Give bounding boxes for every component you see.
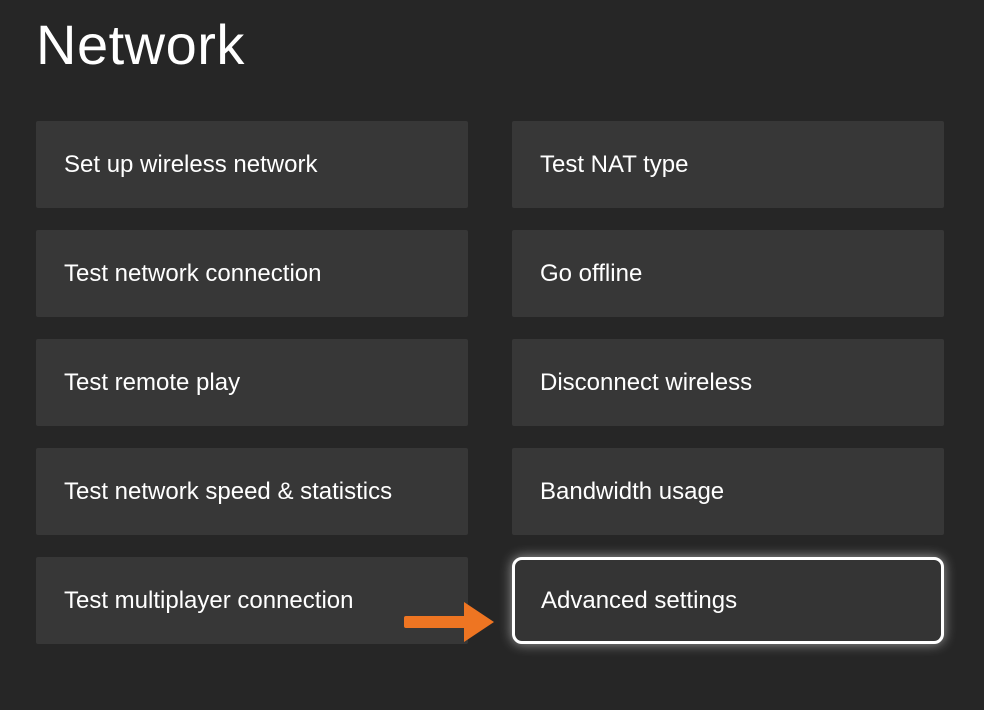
tile-label: Test network connection bbox=[64, 260, 321, 288]
tile-label: Set up wireless network bbox=[64, 151, 317, 179]
set-up-wireless-network-button[interactable]: Set up wireless network bbox=[36, 121, 468, 208]
tile-label: Disconnect wireless bbox=[540, 369, 752, 397]
network-options-grid: Set up wireless network Test network con… bbox=[36, 121, 948, 644]
advanced-settings-button[interactable]: Advanced settings bbox=[512, 557, 944, 644]
tile-label: Advanced settings bbox=[541, 587, 737, 615]
right-column: Test NAT type Go offline Disconnect wire… bbox=[512, 121, 944, 644]
tile-label: Go offline bbox=[540, 260, 642, 288]
tile-label: Test remote play bbox=[64, 369, 240, 397]
disconnect-wireless-button[interactable]: Disconnect wireless bbox=[512, 339, 944, 426]
test-multiplayer-connection-button[interactable]: Test multiplayer connection bbox=[36, 557, 468, 644]
tile-label: Bandwidth usage bbox=[540, 478, 724, 506]
go-offline-button[interactable]: Go offline bbox=[512, 230, 944, 317]
left-column: Set up wireless network Test network con… bbox=[36, 121, 468, 644]
test-nat-type-button[interactable]: Test NAT type bbox=[512, 121, 944, 208]
tile-label: Test NAT type bbox=[540, 151, 689, 179]
tile-label: Test network speed & statistics bbox=[64, 478, 392, 506]
page-title: Network bbox=[36, 0, 948, 121]
test-network-connection-button[interactable]: Test network connection bbox=[36, 230, 468, 317]
test-remote-play-button[interactable]: Test remote play bbox=[36, 339, 468, 426]
bandwidth-usage-button[interactable]: Bandwidth usage bbox=[512, 448, 944, 535]
test-network-speed-statistics-button[interactable]: Test network speed & statistics bbox=[36, 448, 468, 535]
tile-label: Test multiplayer connection bbox=[64, 587, 353, 615]
